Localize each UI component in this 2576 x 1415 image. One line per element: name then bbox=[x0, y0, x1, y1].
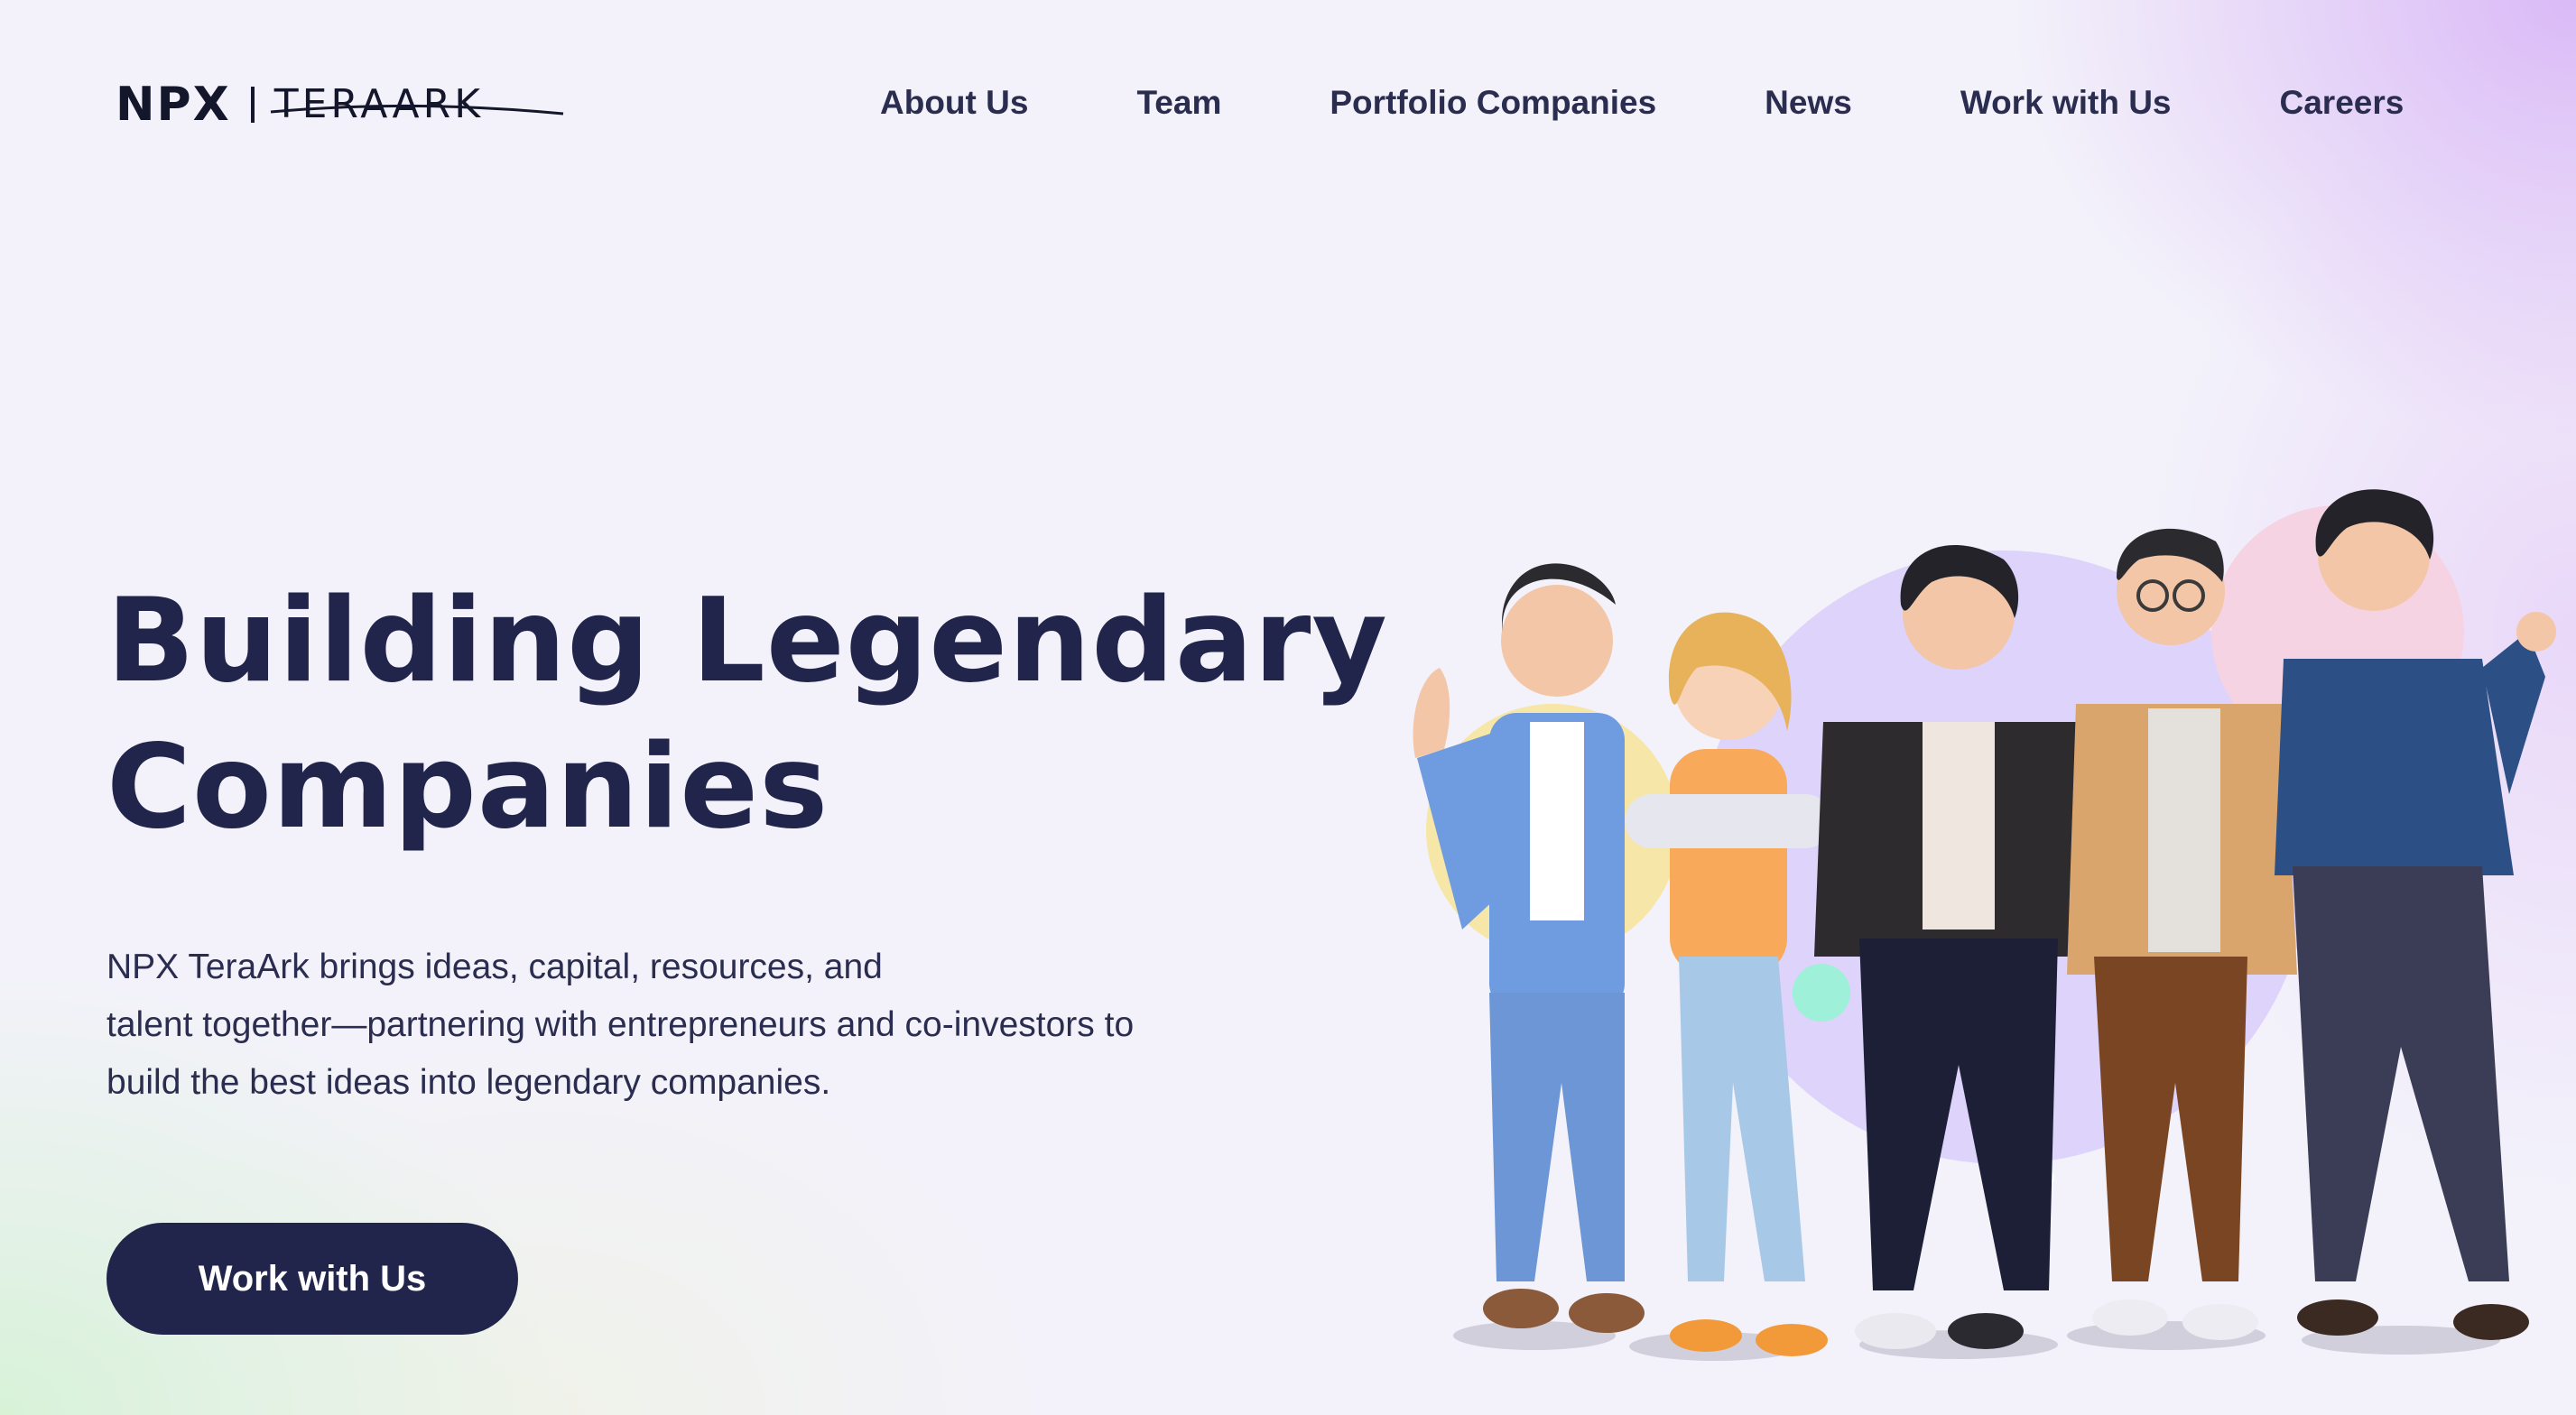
nav-careers[interactable]: Careers bbox=[2280, 84, 2405, 122]
hero-description-line2: talent together—partnering with entrepre… bbox=[107, 1005, 1135, 1044]
hero-title-line1: Building Legendary bbox=[107, 574, 1388, 708]
nav-about-us[interactable]: About Us bbox=[880, 84, 1028, 122]
team-illustration bbox=[1354, 451, 2576, 1415]
nav-news[interactable]: News bbox=[1765, 84, 1852, 122]
logo-divider bbox=[250, 87, 255, 123]
hero-title-line2: Companies bbox=[107, 720, 829, 855]
logo-npx-text: NPX bbox=[116, 78, 231, 132]
people-group-image bbox=[1413, 489, 2556, 1361]
hero-description: NPX TeraArk brings ideas, capital, resou… bbox=[107, 939, 1298, 1112]
logo-strike-icon bbox=[270, 105, 563, 116]
person-blue-suit bbox=[1413, 563, 1645, 1333]
main-nav: About Us Team Portfolio Companies News W… bbox=[880, 81, 2404, 125]
work-with-us-button[interactable]: Work with Us bbox=[107, 1223, 518, 1335]
mint-bubble bbox=[1793, 964, 1850, 1022]
site-logo[interactable]: NPX TERAARK bbox=[116, 78, 563, 132]
nav-portfolio-companies[interactable]: Portfolio Companies bbox=[1330, 84, 1656, 122]
nav-team[interactable]: Team bbox=[1136, 84, 1221, 122]
hero-title: Building Legendary Companies bbox=[107, 569, 1388, 861]
hero-description-line3: build the best ideas into legendary comp… bbox=[107, 1063, 831, 1102]
hero-description-line1: NPX TeraArk brings ideas, capital, resou… bbox=[107, 948, 883, 986]
nav-work-with-us[interactable]: Work with Us bbox=[1960, 84, 2172, 122]
logo-teraark-text: TERAARK bbox=[270, 85, 563, 125]
